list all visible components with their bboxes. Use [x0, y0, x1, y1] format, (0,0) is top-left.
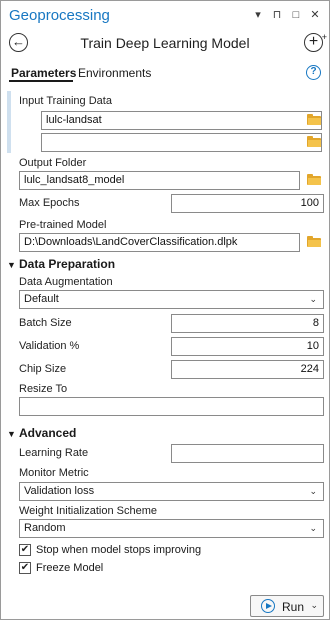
- output-folder-label: Output Folder: [19, 157, 87, 169]
- geoprocessing-pane: Geoprocessing ▾ ⊓ □ ✕ ← Train Deep Learn…: [0, 0, 330, 620]
- data-augmentation-select[interactable]: Default ⌄: [19, 290, 324, 309]
- folder-browse-icon[interactable]: [307, 174, 321, 185]
- resize-to-label: Resize To: [19, 383, 68, 395]
- pretrained-model-label: Pre-trained Model: [19, 219, 107, 231]
- advanced-section-header[interactable]: ▼ Advanced: [7, 426, 76, 440]
- validation-pct-field[interactable]: 10: [171, 337, 324, 356]
- chevron-down-icon[interactable]: ⌄: [310, 600, 318, 611]
- data-augmentation-value: Default: [24, 293, 59, 305]
- folder-browse-icon[interactable]: [307, 136, 321, 147]
- weight-init-label: Weight Initialization Scheme: [19, 505, 157, 517]
- pane-titlebar: Geoprocessing ▾ ⊓ □ ✕: [1, 1, 329, 31]
- tool-title: Train Deep Learning Model: [80, 35, 250, 51]
- batch-size-label: Batch Size: [19, 317, 72, 329]
- chevron-down-icon: ⌄: [309, 523, 317, 533]
- chevron-down-icon[interactable]: ▾: [252, 9, 264, 21]
- pane-window-controls: ▾ ⊓ □ ✕: [252, 9, 321, 21]
- monitor-metric-value: Validation loss: [24, 485, 95, 497]
- folder-browse-icon[interactable]: [307, 114, 321, 125]
- chevron-down-icon: ⌄: [309, 294, 317, 304]
- chevron-down-icon: ▼: [7, 260, 16, 270]
- selected-parameter-indicator: [7, 91, 11, 153]
- tool-header: ← Train Deep Learning Model + +: [1, 31, 329, 57]
- pane-title: Geoprocessing: [9, 7, 110, 24]
- stop-improving-checkbox[interactable]: ✔ Stop when model stops improving: [19, 544, 201, 556]
- max-epochs-field[interactable]: 100: [171, 194, 324, 213]
- data-preparation-section-header[interactable]: ▼ Data Preparation: [7, 257, 115, 271]
- checkmark-icon[interactable]: ✔: [19, 562, 31, 574]
- close-icon[interactable]: ✕: [309, 9, 321, 21]
- folder-browse-icon[interactable]: [307, 236, 321, 247]
- input-training-data-field-2[interactable]: [41, 133, 322, 152]
- chevron-down-icon: ▼: [7, 429, 16, 439]
- data-augmentation-label: Data Augmentation: [19, 276, 113, 288]
- stop-improving-label: Stop when model stops improving: [36, 544, 202, 556]
- data-preparation-title: Data Preparation: [19, 257, 116, 271]
- tab-bar: Parameters Environments ?: [1, 63, 329, 83]
- learning-rate-label: Learning Rate: [19, 447, 89, 459]
- tab-environments[interactable]: Environments: [78, 66, 151, 80]
- small-plus-icon: +: [321, 32, 327, 42]
- monitor-metric-label: Monitor Metric: [19, 467, 89, 479]
- run-label: Run: [282, 600, 305, 614]
- input-training-data-label: Input Training Data: [19, 95, 112, 107]
- chip-size-label: Chip Size: [19, 363, 67, 375]
- pin-icon[interactable]: ⊓: [271, 9, 283, 21]
- checkmark-icon[interactable]: ✔: [19, 544, 31, 556]
- batch-size-field[interactable]: 8: [171, 314, 324, 333]
- chip-size-field[interactable]: 224: [171, 360, 324, 379]
- input-training-data-field-1[interactable]: lulc-landsat: [41, 111, 322, 130]
- play-icon: [261, 599, 275, 613]
- weight-init-value: Random: [24, 522, 66, 534]
- freeze-model-label: Freeze Model: [36, 562, 104, 574]
- freeze-model-checkbox[interactable]: ✔ Freeze Model: [19, 562, 103, 574]
- add-tool-icon[interactable]: + +: [304, 32, 327, 52]
- max-epochs-label: Max Epochs: [19, 197, 80, 209]
- validation-pct-label: Validation %: [19, 340, 80, 352]
- monitor-metric-select[interactable]: Validation loss ⌄: [19, 482, 324, 501]
- help-icon[interactable]: ?: [306, 65, 321, 80]
- maximize-icon[interactable]: □: [290, 9, 302, 21]
- pretrained-model-field[interactable]: D:\Downloads\LandCoverClassification.dlp…: [19, 233, 300, 252]
- run-button[interactable]: Run ⌄: [250, 595, 324, 617]
- chevron-down-icon: ⌄: [309, 486, 317, 496]
- weight-init-select[interactable]: Random ⌄: [19, 519, 324, 538]
- advanced-title: Advanced: [19, 426, 77, 440]
- resize-to-field[interactable]: [19, 397, 324, 416]
- tab-parameters[interactable]: Parameters: [11, 66, 76, 80]
- output-folder-field[interactable]: lulc_landsat8_model: [19, 171, 300, 190]
- learning-rate-field[interactable]: [171, 444, 324, 463]
- active-tab-underline: [9, 80, 73, 82]
